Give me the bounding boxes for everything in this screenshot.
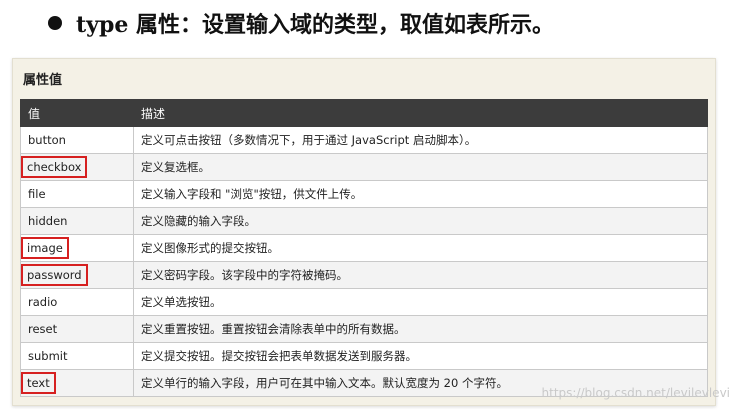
description-cell: 定义密码字段。该字段中的字符被掩码。 — [133, 261, 708, 289]
description-cell: 定义重置按钮。重置按钮会清除表单中的所有数据。 — [133, 315, 708, 343]
column-header-value: 值 — [20, 99, 134, 127]
value-cell: submit — [20, 342, 134, 370]
value-text: file — [28, 187, 46, 201]
value-cell: button — [20, 126, 134, 154]
bullet-icon — [48, 16, 62, 30]
table-row: hidden 定义隐藏的输入字段。 — [20, 207, 708, 235]
value-cell: image — [20, 234, 134, 262]
description-cell: 定义图像形式的提交按钮。 — [133, 234, 708, 262]
value-cell: checkbox — [20, 153, 134, 181]
highlighted-value: image — [21, 237, 69, 259]
highlighted-value: text — [21, 372, 56, 394]
description-cell: 定义隐藏的输入字段。 — [133, 207, 708, 235]
description-cell: 定义提交按钮。提交按钮会把表单数据发送到服务器。 — [133, 342, 708, 370]
table-row: submit 定义提交按钮。提交按钮会把表单数据发送到服务器。 — [20, 342, 708, 370]
value-cell: hidden — [20, 207, 134, 235]
table-row: password 定义密码字段。该字段中的字符被掩码。 — [20, 261, 708, 289]
value-text: radio — [28, 295, 58, 309]
value-text: submit — [28, 349, 68, 363]
watermark: https://blog.csdn.net/levilevlevi — [541, 386, 730, 400]
attribute-values-table: 值 描述 button 定义可点击按钮（多数情况下，用于通过 JavaScrip… — [20, 99, 708, 397]
attribute-values-panel: 属性值 值 描述 button 定义可点击按钮（多数情况下，用于通过 JavaS… — [12, 58, 716, 406]
value-cell: password — [20, 261, 134, 289]
highlighted-value: password — [21, 264, 88, 286]
table-header-row: 值 描述 — [20, 99, 708, 127]
highlighted-value: checkbox — [21, 156, 88, 178]
value-text: hidden — [28, 214, 68, 228]
value-text: reset — [28, 322, 58, 336]
table-row: button 定义可点击按钮（多数情况下，用于通过 JavaScript 启动脚… — [20, 126, 708, 154]
table-row: checkbox 定义复选框。 — [20, 153, 708, 181]
value-cell: text — [20, 369, 134, 397]
description-cell: 定义单选按钮。 — [133, 288, 708, 316]
value-cell: reset — [20, 315, 134, 343]
table-row: image 定义图像形式的提交按钮。 — [20, 234, 708, 262]
description-cell: 定义输入字段和 "浏览"按钮，供文件上传。 — [133, 180, 708, 208]
value-cell: file — [20, 180, 134, 208]
heading-text: type 属性：设置输入域的类型，取值如表所示。 — [76, 12, 554, 38]
slide-heading: type 属性：设置输入域的类型，取值如表所示。 — [48, 4, 554, 42]
table-row: radio 定义单选按钮。 — [20, 288, 708, 316]
description-cell: 定义复选框。 — [133, 153, 708, 181]
table-row: file 定义输入字段和 "浏览"按钮，供文件上传。 — [20, 180, 708, 208]
column-header-description: 描述 — [133, 99, 708, 127]
value-text: button — [28, 133, 66, 147]
panel-title: 属性值 — [23, 73, 63, 88]
description-cell: 定义可点击按钮（多数情况下，用于通过 JavaScript 启动脚本）。 — [133, 126, 708, 154]
value-cell: radio — [20, 288, 134, 316]
table-row: reset 定义重置按钮。重置按钮会清除表单中的所有数据。 — [20, 315, 708, 343]
